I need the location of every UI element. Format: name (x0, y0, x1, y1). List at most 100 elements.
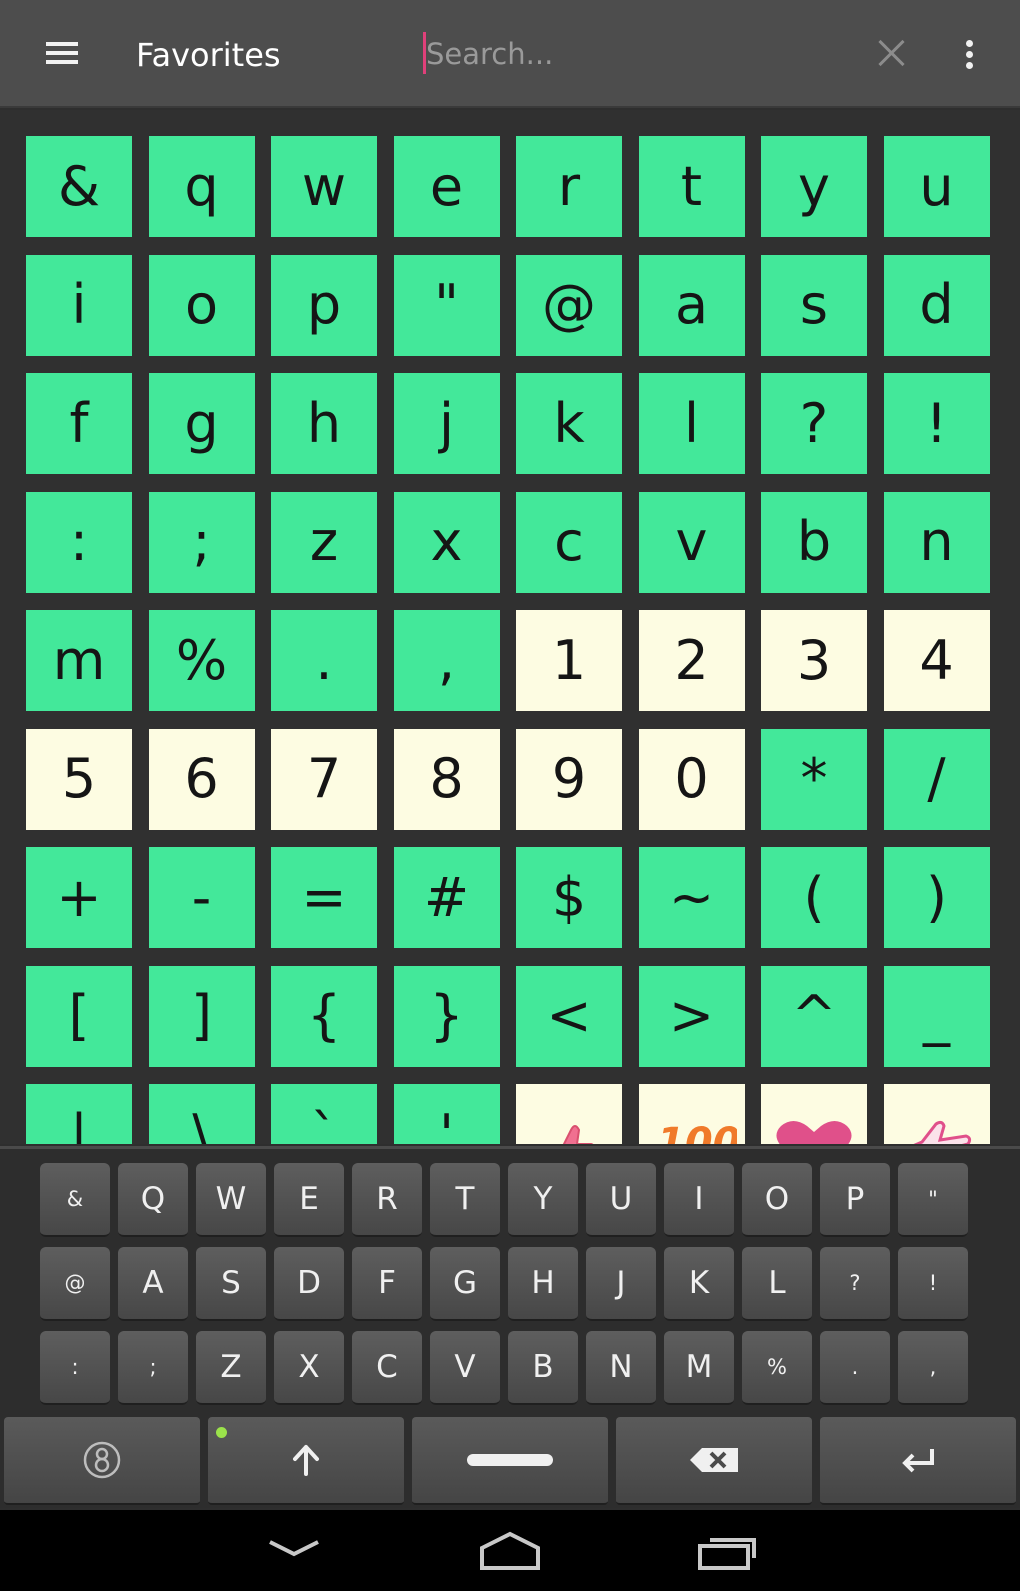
keyboard-key[interactable]: R (352, 1163, 422, 1237)
keyboard-key[interactable]: C (352, 1331, 422, 1405)
symbol-cell[interactable]: [ (26, 965, 132, 1067)
emoji-cell[interactable] (761, 1084, 867, 1144)
home-icon[interactable] (478, 1528, 542, 1574)
keyboard-key[interactable]: D (274, 1247, 344, 1321)
keyboard-key[interactable]: O (742, 1163, 812, 1237)
search-box[interactable] (420, 28, 860, 80)
keyboard-key[interactable]: L (742, 1247, 812, 1321)
keyboard-key[interactable]: . (820, 1331, 890, 1405)
symbol-cell[interactable]: { (271, 965, 377, 1067)
back-chevron-icon[interactable] (264, 1528, 324, 1574)
symbol-cell[interactable]: - (148, 847, 255, 948)
keyboard-key[interactable]: X (274, 1331, 344, 1405)
symbol-cell[interactable]: l (638, 373, 745, 474)
enter-key[interactable] (820, 1417, 1016, 1505)
symbol-cell[interactable]: 7 (271, 728, 377, 830)
symbol-cell[interactable]: ` (271, 1084, 377, 1144)
symbol-cell[interactable]: : (26, 491, 132, 593)
keyboard-key[interactable]: G (430, 1247, 500, 1321)
keyboard-key[interactable]: K (664, 1247, 734, 1321)
symbol-cell[interactable]: _ (883, 965, 990, 1067)
symbol-cell[interactable]: z (271, 491, 377, 593)
symbol-cell[interactable]: } (393, 965, 500, 1067)
symbol-cell[interactable]: > (638, 965, 745, 1067)
shift-key[interactable] (208, 1417, 404, 1505)
symbol-cell[interactable]: = (271, 847, 377, 948)
symbol-cell[interactable]: g (148, 373, 255, 474)
keyboard-key[interactable]: , (898, 1331, 968, 1405)
keyboard-key[interactable]: P (820, 1163, 890, 1237)
symbol-cell[interactable]: x (393, 491, 500, 593)
symbol-cell[interactable]: 3 (761, 610, 867, 711)
favorites-grid-area[interactable]: & q w e r t y u i o p " @ a s d f g h j k l?!:; z x c v b n m%., 1 2 3 4… (0, 110, 1020, 1144)
keyboard-key[interactable]: " (898, 1163, 968, 1237)
keyboard-key[interactable]: J (586, 1247, 656, 1321)
symbol-cell[interactable]: c (516, 491, 622, 593)
backspace-key[interactable] (616, 1417, 812, 1505)
symbol-cell[interactable]: 5 (26, 728, 132, 830)
symbol-cell[interactable]: n (883, 491, 990, 593)
symbol-cell[interactable]: % (148, 610, 255, 711)
symbol-cell[interactable]: 6 (148, 728, 255, 830)
keyboard-key[interactable]: I (664, 1163, 734, 1237)
symbol-cell[interactable]: h (271, 373, 377, 474)
symbol-cell[interactable]: # (393, 847, 500, 948)
symbol-cell[interactable]: a (638, 254, 745, 356)
recent-apps-icon[interactable] (696, 1528, 760, 1574)
symbol-cell[interactable]: u (883, 136, 990, 237)
symbol-cell[interactable]: ~ (638, 847, 745, 948)
search-input[interactable] (426, 34, 846, 74)
symbol-cell[interactable]: 2 (638, 610, 745, 711)
symbol-cell[interactable]: | (26, 1084, 132, 1144)
symbol-cell[interactable]: \ (148, 1084, 255, 1144)
emoji-cell[interactable]: 100 (638, 1084, 745, 1144)
keyboard-key[interactable]: H (508, 1247, 578, 1321)
symbol-cell[interactable]: ^ (761, 965, 867, 1067)
symbol-cell[interactable]: / (883, 728, 990, 830)
symbol-cell[interactable]: ( (761, 847, 867, 948)
symbol-cell[interactable]: y (761, 136, 867, 237)
keyboard-key[interactable]: @ (40, 1247, 110, 1321)
symbol-cell[interactable]: ' (393, 1084, 500, 1144)
overflow-menu-icon[interactable] (958, 38, 982, 72)
symbol-cell[interactable]: p (271, 254, 377, 356)
symbol-cell[interactable]: " (393, 254, 500, 356)
keyboard-key[interactable]: A (118, 1247, 188, 1321)
symbol-cell[interactable]: v (638, 491, 745, 593)
symbol-cell[interactable]: i (26, 254, 132, 356)
keyboard-key[interactable]: W (196, 1163, 266, 1237)
symbol-cell[interactable]: 4 (883, 610, 990, 711)
symbol-cell[interactable]: f (26, 373, 132, 474)
symbol-cell[interactable]: 8 (393, 728, 500, 830)
symbol-cell[interactable]: k (516, 373, 622, 474)
symbol-cell[interactable]: * (761, 728, 867, 830)
keyboard-key[interactable]: ; (118, 1331, 188, 1405)
symbol-cell[interactable]: j (393, 373, 500, 474)
emoji-cell[interactable] (516, 1084, 622, 1144)
symbol-cell[interactable]: , (393, 610, 500, 711)
keyboard-key[interactable]: % (742, 1331, 812, 1405)
keyboard-key[interactable]: : (40, 1331, 110, 1405)
symbol-cell[interactable]: e (393, 136, 500, 237)
symbol-cell[interactable]: d (883, 254, 990, 356)
space-key[interactable] (412, 1417, 608, 1505)
symbol-cell[interactable]: ; (148, 491, 255, 593)
symbol-cell[interactable]: q (148, 136, 255, 237)
symbol-cell[interactable]: t (638, 136, 745, 237)
keyboard-key[interactable]: ! (898, 1247, 968, 1321)
keyboard-key[interactable]: B (508, 1331, 578, 1405)
symbol-cell[interactable]: o (148, 254, 255, 356)
symbol-cell[interactable]: b (761, 491, 867, 593)
symbol-cell[interactable]: s (761, 254, 867, 356)
emoji-cell[interactable] (883, 1084, 990, 1144)
keyboard-key[interactable]: & (40, 1163, 110, 1237)
keyboard-key[interactable]: Z (196, 1331, 266, 1405)
keyboard-key[interactable]: N (586, 1331, 656, 1405)
symbol-cell[interactable]: m (26, 610, 132, 711)
symbol-cell[interactable]: 1 (516, 610, 622, 711)
symbols-key[interactable] (4, 1417, 200, 1505)
symbol-cell[interactable]: ] (148, 965, 255, 1067)
symbol-cell[interactable]: & (26, 136, 132, 237)
symbol-cell[interactable]: ! (883, 373, 990, 474)
close-icon[interactable] (876, 38, 906, 68)
